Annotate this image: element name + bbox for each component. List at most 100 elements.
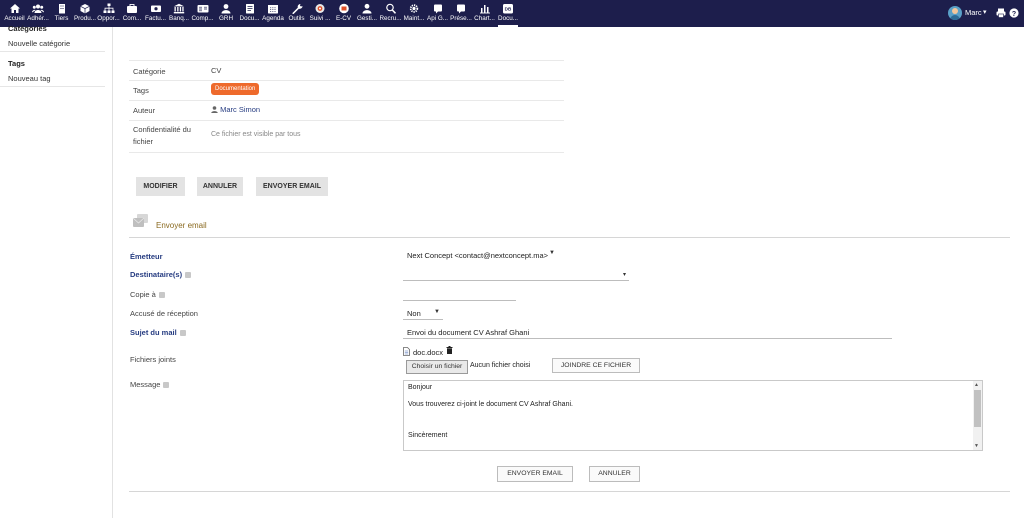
cc-input[interactable] xyxy=(403,290,516,301)
folder-icon xyxy=(245,4,254,14)
new-tag-link[interactable]: Nouveau tag xyxy=(8,74,51,83)
info-row-tags: Tags Documentation xyxy=(129,81,564,101)
search-person-icon xyxy=(385,3,396,14)
cancel-button[interactable]: ANNULER xyxy=(197,177,243,196)
help-icon[interactable] xyxy=(163,382,170,389)
choose-file-button[interactable]: Choisir un fichier xyxy=(406,360,468,374)
recipients-select[interactable]: ▾ xyxy=(403,269,629,281)
bottom-divider xyxy=(129,491,1010,492)
no-file-chosen-text: Aucun fichier choisi xyxy=(470,362,531,369)
attachments-label: Fichiers joints xyxy=(130,355,176,364)
tag-badge[interactable]: Documentation xyxy=(211,83,260,95)
svg-text:?: ? xyxy=(1012,11,1016,18)
attached-file-name: doc.docx xyxy=(413,348,444,357)
sender-value: Next Concept <contact@nextconcept.ma> xyxy=(407,251,549,260)
sitemap-icon xyxy=(103,3,114,13)
receipt-label: Accusé de réception xyxy=(130,309,198,318)
sender-select[interactable]: Next Concept <contact@nextconcept.ma> ▼ xyxy=(403,250,558,261)
building-icon xyxy=(58,4,65,14)
trash-icon[interactable] xyxy=(446,346,453,354)
help-icon[interactable]: ? xyxy=(1009,8,1019,18)
category-value: CV xyxy=(211,66,222,75)
cv-icon xyxy=(338,3,349,14)
sender-label: Émetteur xyxy=(130,252,163,261)
nav-item-21[interactable]: DB Docu... xyxy=(494,0,522,27)
section-divider xyxy=(129,237,1010,238)
message-line: Bonjour xyxy=(408,384,433,391)
cube-icon xyxy=(80,4,90,14)
bank-icon xyxy=(173,3,185,14)
wrench-icon xyxy=(291,3,303,14)
svg-text:DB: DB xyxy=(505,7,512,12)
person-icon xyxy=(211,106,218,113)
subject-input[interactable]: Envoi du document CV Ashraf Ghani xyxy=(403,327,892,339)
tags-heading: Tags xyxy=(8,59,25,68)
email-send-icon xyxy=(132,214,148,227)
scroll-down-arrow-icon[interactable]: ▼ xyxy=(974,443,979,449)
scroll-thumb[interactable] xyxy=(974,390,981,427)
chart-icon xyxy=(479,5,490,14)
cancel-email-button[interactable]: ANNULER xyxy=(589,466,640,482)
send-email-button[interactable]: ENVOYER EMAIL xyxy=(256,177,328,196)
message-textarea[interactable]: Bonjour Vous trouverez ci-joint le docum… xyxy=(403,380,983,451)
left-sidebar: Catégories Nouvelle catégorie Tags Nouve… xyxy=(0,24,113,518)
author-label: Auteur xyxy=(133,106,156,115)
receipt-select[interactable]: Non ▼ xyxy=(403,308,443,320)
categories-heading: Catégories xyxy=(8,24,47,33)
help-icon[interactable] xyxy=(158,292,165,299)
confidentiality-label-line2: fichier xyxy=(133,137,154,146)
management-icon xyxy=(362,3,372,14)
user-name[interactable]: Marc xyxy=(965,8,982,17)
info-row-confidentiality: Confidentialité du fichier Ce fichier es… xyxy=(129,121,564,153)
divider xyxy=(0,51,105,52)
nav-item-label: Docu... xyxy=(498,15,518,22)
top-navigation-bar: Marc ▾ ? Accueil Adhér... Tiers Produ... Opp… xyxy=(0,0,1024,27)
receipt-value: Non xyxy=(407,309,421,318)
briefcase-icon xyxy=(127,4,137,13)
calendar-icon xyxy=(268,5,278,14)
invoice-icon xyxy=(150,5,161,12)
author-link[interactable]: Marc Simon xyxy=(220,105,260,114)
home-icon xyxy=(9,4,20,13)
subject-label-text: Sujet du mail xyxy=(130,328,177,337)
tags-label: Tags xyxy=(133,86,149,95)
help-icon[interactable] xyxy=(185,272,192,279)
message-line: Sincèrement xyxy=(408,432,448,439)
new-category-link[interactable]: Nouvelle catégorie xyxy=(8,39,70,48)
document-icon: DB xyxy=(503,4,513,14)
attach-file-button[interactable]: JOINDRE CE FICHIER xyxy=(552,358,640,373)
members-icon xyxy=(32,4,44,13)
presence-icon xyxy=(457,4,465,14)
send-email-submit-button[interactable]: ENVOYER EMAIL xyxy=(497,466,573,482)
gear-icon xyxy=(409,4,419,13)
message-line: Vous trouverez ci-joint le document CV A… xyxy=(408,401,573,408)
print-icon[interactable] xyxy=(996,8,1006,18)
info-row-author: Auteur Marc Simon xyxy=(129,101,564,121)
chevron-down-icon[interactable]: ▾ xyxy=(983,8,987,16)
scroll-up-arrow-icon[interactable]: ▲ xyxy=(974,382,979,388)
dropdown-caret-icon: ▼ xyxy=(549,250,555,256)
message-label: Message xyxy=(130,380,170,389)
tracking-icon xyxy=(315,4,325,13)
help-icon[interactable] xyxy=(179,330,186,337)
subject-value: Envoi du document CV Ashraf Ghani xyxy=(407,328,530,337)
cc-label: Copie à xyxy=(130,290,165,299)
recipients-label-text: Destinataire(s) xyxy=(130,270,183,279)
recipients-label: Destinataire(s) xyxy=(130,270,192,279)
send-email-section-title: Envoyer email xyxy=(156,221,207,230)
api-icon xyxy=(433,4,442,14)
message-label-text: Message xyxy=(130,380,161,389)
user-avatar[interactable] xyxy=(948,6,962,20)
textarea-scrollbar[interactable]: ▲ ▼ xyxy=(973,381,982,450)
dropdown-caret-icon: ▾ xyxy=(622,272,626,278)
user-menu[interactable]: Marc ▾ ? xyxy=(944,0,1024,27)
category-label: Catégorie xyxy=(133,67,166,76)
confidentiality-label-line1: Confidentialité du xyxy=(133,125,191,134)
modify-button[interactable]: MODIFIER xyxy=(136,177,185,196)
info-row-category: Catégorie CV xyxy=(129,60,564,81)
cc-label-text: Copie à xyxy=(130,290,156,299)
user-icon xyxy=(221,4,231,14)
file-icon xyxy=(403,347,410,356)
subject-label: Sujet du mail xyxy=(130,328,186,337)
dropdown-caret-icon: ▼ xyxy=(434,309,440,315)
